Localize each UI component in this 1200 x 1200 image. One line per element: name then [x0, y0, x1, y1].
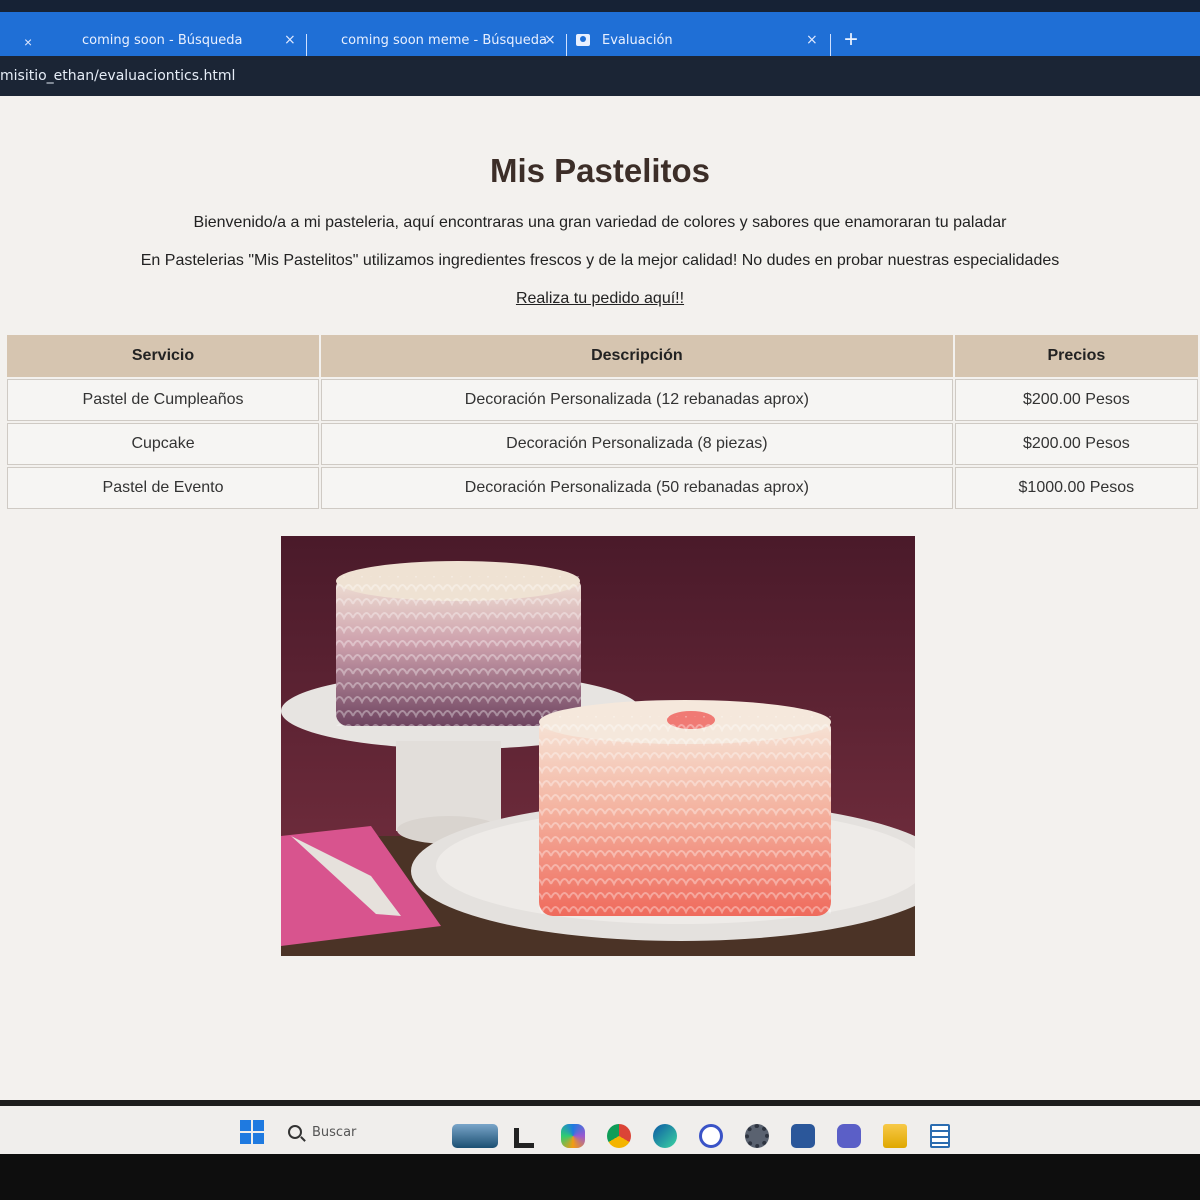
close-icon[interactable]: ×	[544, 32, 556, 48]
address-bar[interactable]: misitio_ethan/evaluaciontics.html	[0, 56, 1200, 96]
tab-title: coming soon meme - Búsqueda	[341, 32, 547, 48]
header-precios: Precios	[954, 335, 1198, 377]
close-icon[interactable]: ×	[24, 34, 32, 50]
close-icon[interactable]: ×	[284, 32, 296, 48]
new-tab-button[interactable]: +	[844, 26, 858, 54]
app-circle-icon[interactable]	[699, 1124, 723, 1148]
table-header-row: Servicio Descripción Precios	[7, 335, 1198, 377]
header-descripcion: Descripción	[321, 335, 953, 377]
cake-illustration	[281, 536, 915, 956]
cell-servicio: Cupcake	[7, 423, 320, 465]
widgets-icon[interactable]	[452, 1124, 498, 1148]
cake-photo	[281, 536, 915, 956]
notepad-icon[interactable]	[930, 1124, 950, 1148]
cell-descripcion: Decoración Personalizada (50 rebanadas a…	[321, 467, 953, 509]
cell-descripcion: Decoración Personalizada (8 piezas)	[321, 423, 953, 465]
tab-evaluacion[interactable]: Evaluación ×	[576, 24, 826, 56]
tab-separator	[830, 34, 831, 56]
tab-coming-soon-meme[interactable]: coming soon meme - Búsqueda ×	[341, 24, 561, 56]
search-icon	[288, 1125, 302, 1139]
services-table: Servicio Descripción Precios Pastel de C…	[5, 333, 1200, 511]
task-view-icon[interactable]	[514, 1128, 534, 1148]
file-explorer-icon[interactable]	[883, 1124, 907, 1148]
monitor-bezel	[0, 1154, 1200, 1200]
tab-title: Evaluación	[602, 32, 673, 48]
settings-icon[interactable]	[745, 1124, 769, 1148]
page-title: Mis Pastelitos	[489, 152, 711, 189]
cell-precio: $200.00 Pesos	[954, 423, 1198, 465]
table-row: Cupcake Decoración Personalizada (8 piez…	[7, 423, 1198, 465]
edge-icon[interactable]	[653, 1124, 677, 1148]
cell-precio: $1000.00 Pesos	[954, 467, 1198, 509]
table-row: Pastel de Evento Decoración Personalizad…	[7, 467, 1198, 509]
cell-servicio: Pastel de Cumpleaños	[7, 379, 320, 421]
taskbar	[0, 1106, 1200, 1154]
taskbar-search[interactable]: Buscar	[280, 1116, 440, 1148]
tab-separator	[306, 34, 307, 56]
url-text: misitio_ethan/evaluaciontics.html	[0, 68, 236, 84]
tab-coming-soon[interactable]: coming soon - Búsqueda ×	[82, 24, 302, 56]
intro-text: Bienvenido/a a mi pasteleria, aquí encon…	[193, 214, 1007, 231]
start-icon[interactable]	[240, 1120, 264, 1144]
table-row: Pastel de Cumpleaños Decoración Personal…	[7, 379, 1198, 421]
page-viewport: Mis Pastelitos Bienvenido/a a mi pastele…	[0, 96, 1200, 1100]
search-label: Buscar	[312, 1124, 357, 1140]
intro-text-secondary: En Pastelerias "Mis Pastelitos" utilizam…	[140, 252, 1060, 269]
cell-precio: $200.00 Pesos	[954, 379, 1198, 421]
header-servicio: Servicio	[7, 335, 320, 377]
order-link[interactable]: Realiza tu pedido aquí!!	[0, 290, 1200, 308]
chrome-icon[interactable]	[607, 1124, 631, 1148]
classroom-icon	[576, 34, 590, 46]
cell-descripcion: Decoración Personalizada (12 rebanadas a…	[321, 379, 953, 421]
browser-tab-bar: × coming soon - Búsqueda × coming soon m…	[0, 0, 1200, 56]
tab-separator	[566, 34, 567, 56]
word-icon[interactable]	[791, 1124, 815, 1148]
copilot-icon[interactable]	[561, 1124, 585, 1148]
teams-icon[interactable]	[837, 1124, 861, 1148]
close-icon[interactable]: ×	[806, 32, 818, 48]
cell-servicio: Pastel de Evento	[7, 467, 320, 509]
tab-title: coming soon - Búsqueda	[82, 32, 243, 48]
